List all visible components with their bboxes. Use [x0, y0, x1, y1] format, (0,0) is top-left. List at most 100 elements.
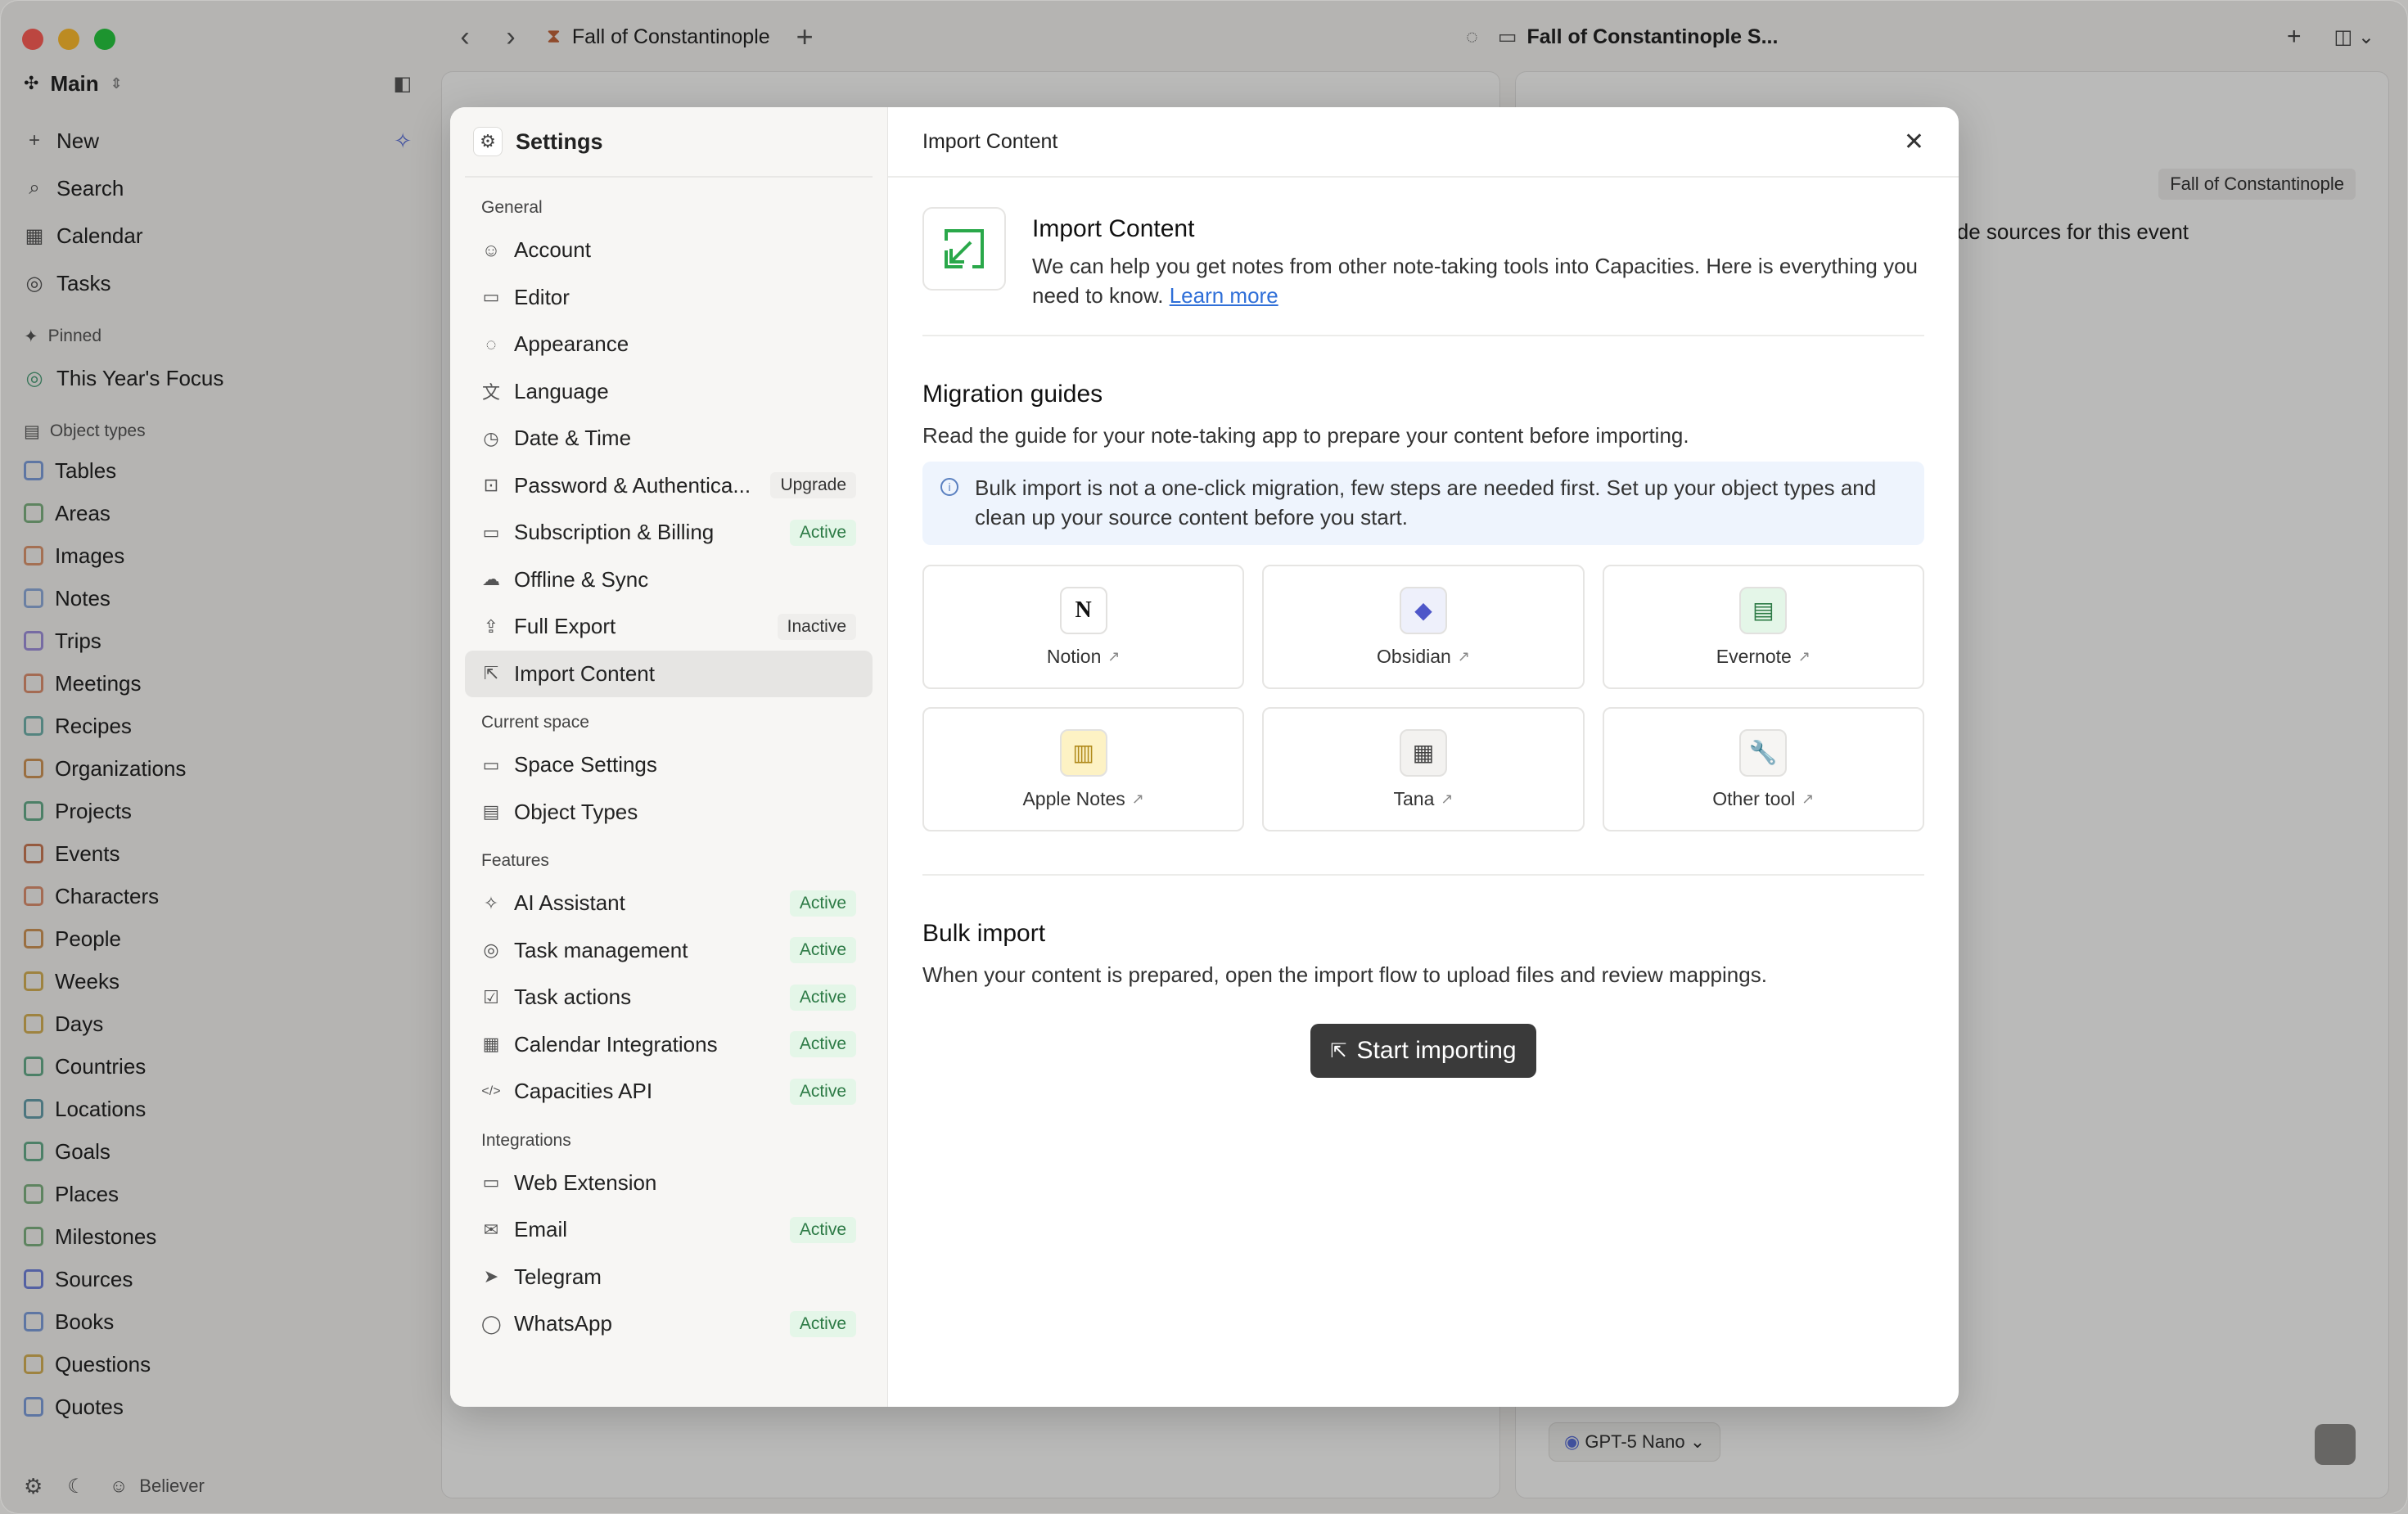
guide-card-evernote[interactable]: ▤ Evernote ↗ — [1602, 565, 1924, 689]
settings-item-label: Full Export — [514, 614, 616, 639]
settings-item-object-types[interactable]: ▤ Object Types — [465, 789, 873, 836]
intro-text: We can help you get notes from other not… — [1032, 251, 1924, 310]
settings-item-web-extension[interactable]: ▭ Web Extension — [465, 1160, 873, 1207]
translate-icon: 文 — [481, 382, 500, 403]
bulk-import-description: When your content is prepared, open the … — [922, 962, 1767, 987]
settings-item-label: Subscription & Billing — [514, 520, 715, 545]
status-badge: Active — [789, 1310, 856, 1337]
wrench-icon: 🔧 — [1739, 728, 1788, 777]
settings-item-email[interactable]: ✉ Email Active — [465, 1206, 873, 1254]
settings-modal: ⚙ Settings General ☺ Account ▭ Editor ◌ Appear… — [450, 107, 1959, 1407]
settings-item-label: Account — [514, 237, 591, 263]
guide-card-label: Notion ↗ — [1047, 646, 1121, 668]
obsidian-icon: ◆ — [1399, 586, 1447, 634]
browser-icon: ▭ — [482, 1172, 500, 1193]
settings-item-label: Object Types — [514, 799, 638, 824]
guide-card-other-tool[interactable]: 🔧 Other tool ↗ — [1602, 707, 1924, 831]
settings-title: Settings — [516, 128, 603, 154]
guide-card-notion[interactable]: N Notion ↗ — [922, 565, 1245, 689]
settings-item-date-time[interactable]: ◷ Date & Time — [465, 415, 873, 462]
settings-item-label: WhatsApp — [514, 1311, 612, 1336]
external-link-icon: ↗ — [1797, 647, 1811, 665]
send-icon: ➤ — [483, 1266, 499, 1287]
status-badge: Active — [789, 519, 856, 546]
migration-title: Migration guides — [922, 381, 1103, 408]
settings-item-whatsapp[interactable]: ◯ WhatsApp Active — [465, 1300, 873, 1348]
settings-item-capacities-api[interactable]: </> Capacities API Active — [465, 1068, 873, 1115]
clock-icon: ◷ — [483, 427, 499, 448]
settings-section-general: General — [481, 198, 543, 217]
settings-item-offline-sync[interactable]: ☁ Offline & Sync — [465, 556, 873, 604]
intro-title: Import Content — [1032, 215, 1195, 242]
settings-item-account[interactable]: ☺ Account — [465, 227, 873, 274]
mail-icon: ✉ — [483, 1219, 499, 1240]
guide-card-label: Other tool ↗ — [1712, 788, 1814, 810]
settings-header: ⚙ Settings — [465, 107, 873, 178]
guide-card-label: Obsidian ↗ — [1377, 646, 1470, 668]
settings-nav: ⚙ Settings General ☺ Account ▭ Editor ◌ Appear… — [450, 107, 888, 1407]
external-link-icon: ↗ — [1441, 790, 1454, 807]
guide-card-apple-notes[interactable]: ▥ Apple Notes ↗ — [922, 707, 1245, 831]
settings-item-ai-assistant[interactable]: ✧ AI Assistant Active — [465, 880, 873, 927]
status-badge: Active — [789, 1216, 856, 1243]
info-note-text: Bulk import is not a one-click migration… — [975, 475, 1877, 529]
settings-item-label: Web Extension — [514, 1169, 657, 1195]
guide-card-name: Apple Notes — [1022, 787, 1125, 809]
settings-item-label: Editor — [514, 284, 570, 309]
settings-section-current-space: Current space — [481, 713, 589, 732]
settings-item-password-authentica[interactable]: ⊡ Password & Authentica... Upgrade — [465, 462, 873, 510]
settings-item-editor[interactable]: ▭ Editor — [465, 274, 873, 322]
settings-item-label: Import Content — [514, 660, 655, 686]
settings-item-task-management[interactable]: ◎ Task management Active — [465, 927, 873, 975]
settings-item-label: Offline & Sync — [514, 566, 649, 592]
settings-section-features: Features — [481, 851, 549, 870]
settings-item-label: Space Settings — [514, 752, 657, 777]
settings-item-label: Date & Time — [514, 426, 632, 451]
import-content-panel: Import Content ✕ Import Content We can h… — [888, 107, 1959, 1407]
settings-item-telegram[interactable]: ➤ Telegram — [465, 1254, 873, 1301]
notion-icon: N — [1059, 586, 1107, 634]
learn-more-link[interactable]: Learn more — [1170, 283, 1278, 308]
check-circle-icon: ◎ — [483, 939, 499, 961]
status-badge: Active — [789, 937, 856, 964]
settings-item-subscription-billing[interactable]: ▭ Subscription & Billing Active — [465, 509, 873, 556]
import-icon: ⇱ — [483, 663, 499, 684]
guide-card-obsidian[interactable]: ◆ Obsidian ↗ — [1262, 565, 1585, 689]
guide-card-name: Obsidian — [1377, 645, 1451, 667]
start-importing-label: Start importing — [1356, 1037, 1517, 1064]
status-badge: Active — [789, 1078, 856, 1105]
guide-card-name: Notion — [1046, 645, 1102, 667]
import-icon: ⇱ — [1330, 1039, 1347, 1062]
settings-item-label: Appearance — [514, 331, 629, 357]
status-badge: Active — [789, 984, 856, 1011]
monitor-icon: ▭ — [482, 754, 500, 775]
palette-icon: ◌ — [485, 333, 497, 354]
settings-item-full-export[interactable]: ⇪ Full Export Inactive — [465, 603, 873, 651]
settings-item-label: AI Assistant — [514, 890, 625, 916]
settings-item-appearance[interactable]: ◌ Appearance — [465, 321, 873, 368]
whatsapp-icon: ◯ — [481, 1313, 502, 1334]
settings-item-import-content[interactable]: ⇱ Import Content — [465, 650, 873, 697]
settings-item-language[interactable]: 文 Language — [465, 368, 873, 416]
status-badge: Active — [789, 890, 856, 917]
start-importing-button[interactable]: ⇱ Start importing — [1310, 1024, 1536, 1078]
settings-item-label: Password & Authentica... — [514, 472, 751, 498]
apple-notes-icon: ▥ — [1059, 728, 1107, 777]
close-icon[interactable]: ✕ — [1904, 128, 1924, 156]
guide-card-label: Evernote ↗ — [1716, 646, 1811, 668]
user-icon: ☺ — [481, 239, 501, 260]
settings-item-calendar-integrations[interactable]: ▦ Calendar Integrations Active — [465, 1021, 873, 1069]
app-window: ‹ › ⧗ Fall of Constantinople + ◌ ▭ Fall … — [0, 0, 2408, 1514]
settings-item-task-actions[interactable]: ☑ Task actions Active — [465, 974, 873, 1021]
sparkle-icon: ✧ — [483, 892, 499, 913]
keyboard-icon: ▭ — [482, 286, 500, 308]
settings-item-label: Email — [514, 1217, 568, 1242]
guide-card-tana[interactable]: ▦ Tana ↗ — [1262, 707, 1585, 831]
content-title: Import Content — [922, 129, 1058, 153]
settings-item-space-settings[interactable]: ▭ Space Settings — [465, 741, 873, 789]
migration-guides-grid: N Notion ↗ ◆ Obsidian ↗ ▤ Evernote ↗ ▥ Apple Notes… — [922, 565, 1924, 876]
settings-item-label: Telegram — [514, 1264, 602, 1289]
guide-card-label: Apple Notes ↗ — [1022, 788, 1143, 810]
info-note: i Bulk import is not a one-click migrati… — [922, 462, 1924, 545]
settings-item-label: Capacities API — [514, 1079, 653, 1104]
